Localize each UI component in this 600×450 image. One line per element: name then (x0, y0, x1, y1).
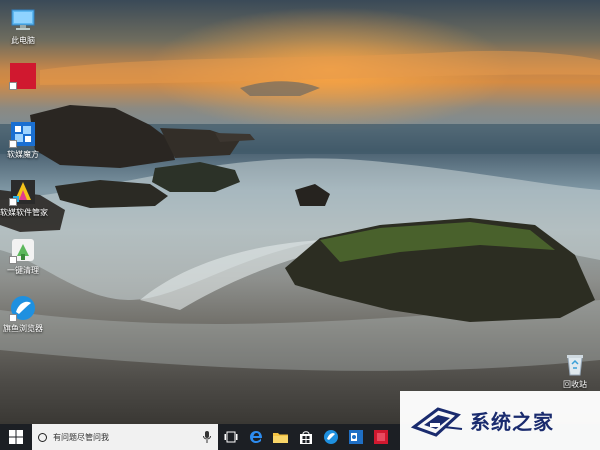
desktop-icon-label: 软媒魔方 (7, 150, 39, 159)
watermark-logo-icon (410, 406, 463, 437)
windows-logo-icon (9, 430, 23, 444)
desktop[interactable]: 此电脑 软媒魔方 软媒软件管家 一键清理 旗鱼浏览器 回收站 (0, 0, 600, 424)
desktop-icon-this-pc[interactable]: 此电脑 (0, 6, 46, 46)
app-blue-button[interactable] (318, 424, 343, 450)
desktop-icon-ruanmei-software-manager[interactable]: 软媒软件管家 (0, 178, 48, 218)
app-red-button[interactable] (368, 424, 393, 450)
app-blue-icon (323, 430, 338, 444)
ruanmei-mofang-icon (9, 120, 37, 148)
app-outlook-icon (348, 430, 363, 444)
watermark-text: 系统之家 (470, 410, 554, 434)
desktop-icon-red-app[interactable] (0, 62, 46, 92)
shortcut-arrow-icon (9, 314, 17, 322)
edge-button[interactable] (243, 424, 268, 450)
wallpaper (0, 50, 600, 371)
desktop-icon-label: 软媒软件管家 (0, 208, 48, 217)
search-placeholder: 有问题尽管问我 (53, 432, 109, 442)
start-button[interactable] (0, 424, 32, 450)
store-icon (299, 431, 312, 444)
computer-icon (9, 6, 37, 34)
desktop-icon-recycle-bin[interactable]: 回收站 (552, 350, 598, 390)
recycle-bin-icon (561, 350, 589, 378)
desktop-icon-label: 此电脑 (11, 36, 35, 45)
search-box[interactable]: 有问题尽管问我 (32, 424, 218, 450)
desktop-icon-label: 回收站 (563, 380, 587, 389)
edge-icon (249, 431, 262, 443)
desktop-icon-qiyu-browser[interactable]: 旗鱼浏览器 (0, 294, 46, 334)
ruanmei-software-manager-icon (9, 178, 37, 206)
task-view-button[interactable] (218, 424, 243, 450)
qiyu-browser-icon (9, 294, 37, 322)
task-view-icon (224, 431, 237, 443)
store-button[interactable] (293, 424, 318, 450)
desktop-icon-ruanmei-mofang[interactable]: 软媒魔方 (0, 120, 46, 160)
app-outlook-button[interactable] (343, 424, 368, 450)
desktop-icon-one-click-clean[interactable]: 一键清理 (0, 236, 46, 276)
desktop-icon-label: 一键清理 (7, 266, 39, 275)
app-red-icon (373, 430, 388, 444)
microphone-icon[interactable] (202, 431, 212, 443)
shortcut-arrow-icon (9, 256, 17, 264)
red-app-icon (9, 62, 37, 90)
cortana-icon (38, 432, 47, 442)
one-click-clean-icon (9, 236, 37, 264)
shortcut-arrow-icon (9, 82, 17, 90)
file-explorer-button[interactable] (268, 424, 293, 450)
shortcut-arrow-icon (9, 198, 17, 206)
file-explorer-icon (273, 433, 288, 443)
watermark: 系统之家 (400, 391, 600, 450)
shortcut-arrow-icon (9, 140, 17, 148)
desktop-icon-label: 旗鱼浏览器 (3, 324, 43, 333)
